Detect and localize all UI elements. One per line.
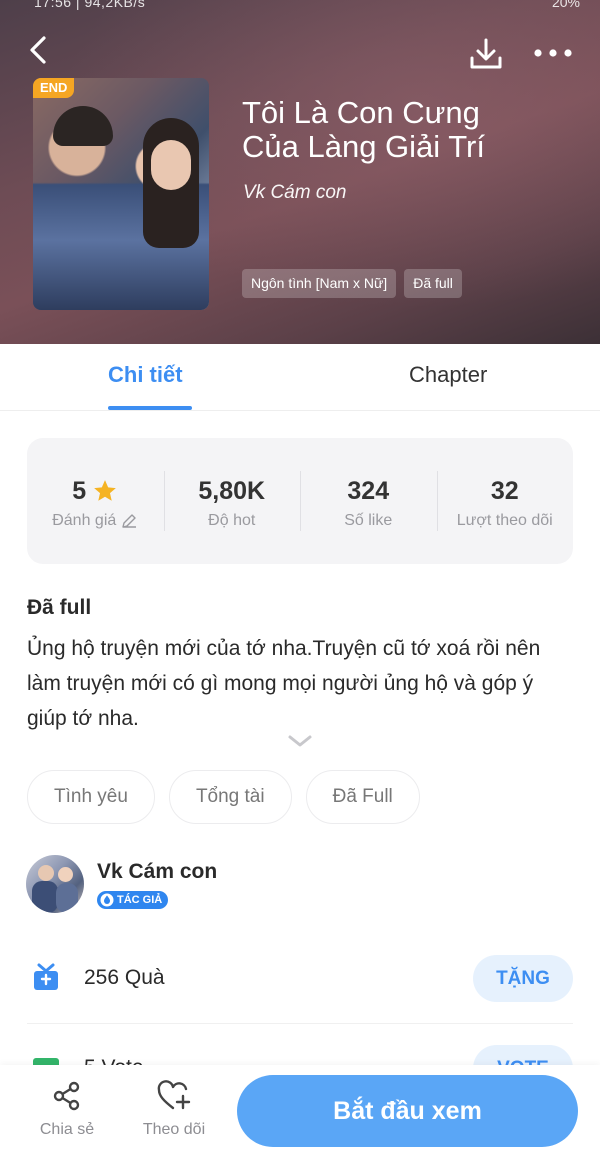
hot-label: Độ hot: [208, 512, 256, 529]
more-options-button[interactable]: [530, 36, 576, 70]
hot-value: 5,80K: [198, 476, 266, 505]
story-description: Ủng hộ truyện mới của tớ nha.Truyện cũ t…: [27, 637, 541, 730]
tab-chapter[interactable]: Chapter: [409, 362, 487, 388]
give-gift-button[interactable]: TẶNG: [473, 955, 573, 1002]
stat-rating[interactable]: 5 Đánh giá: [27, 438, 164, 564]
tab-detail[interactable]: Chi tiết: [108, 362, 183, 388]
download-icon: [470, 38, 502, 69]
story-author[interactable]: Vk Cám con: [243, 182, 346, 204]
start-reading-button[interactable]: Bắt đầu xem: [237, 1075, 578, 1147]
tab-active-indicator: [108, 406, 192, 410]
share-button[interactable]: Chia sẻ: [27, 1079, 107, 1139]
chevron-down-icon: [288, 735, 312, 747]
author-name[interactable]: Vk Cám con: [97, 860, 217, 884]
genre-chips: Tình yêu Tổng tài Đã Full: [27, 770, 420, 824]
story-tags: Ngôn tình [Nam x Nữ] Đã full: [242, 269, 462, 298]
stat-likes: 324 Số like: [300, 438, 437, 564]
likes-value: 324: [347, 476, 390, 505]
rating-label: Đánh giá: [52, 512, 117, 529]
author-badge-label: TÁC GIẢ: [117, 894, 163, 906]
share-icon: [53, 1081, 80, 1111]
genre-chip[interactable]: Tình yêu: [27, 770, 155, 824]
likes-label: Số like: [344, 512, 393, 529]
stats-card: 5 Đánh giá 5,80K Độ hot 324 Số like 32 L…: [27, 438, 573, 564]
stat-hot: 5,80K Độ hot: [163, 438, 301, 564]
expand-description-button[interactable]: [284, 730, 316, 752]
genre-chip[interactable]: Đã Full: [305, 770, 420, 824]
story-status-heading: Đã full: [27, 596, 92, 619]
more-dots-icon: [534, 49, 572, 57]
follow-button[interactable]: Theo dõi: [134, 1079, 214, 1139]
download-button[interactable]: [466, 34, 506, 74]
share-label: Chia sẻ: [39, 1121, 95, 1138]
tag-status[interactable]: Đã full: [404, 269, 462, 298]
status-bar-left: 17:56 | 94,2KB/s: [34, 0, 146, 10]
star-icon: [94, 480, 117, 501]
story-cover: [33, 78, 209, 310]
story-title-line-2: Của Làng Giải Trí: [242, 129, 485, 164]
end-badge: END: [33, 78, 75, 98]
heart-plus-icon: [157, 1080, 191, 1110]
status-bar: 17:56 | 94,2KB/s 20%: [0, 0, 600, 12]
bottom-action-bar: Chia sẻ Theo dõi Bắt đầu xem: [0, 1065, 600, 1153]
tag-category[interactable]: Ngôn tình [Nam x Nữ]: [242, 269, 397, 298]
gift-count: 256 Quà: [84, 966, 165, 989]
edit-pencil-icon[interactable]: [120, 512, 138, 530]
tab-bar: Chi tiết Chapter: [0, 344, 600, 411]
gift-icon: [34, 963, 58, 990]
follow-label: Theo dõi: [142, 1121, 206, 1138]
author-avatar[interactable]: [26, 855, 84, 913]
back-button[interactable]: [20, 32, 56, 68]
story-title: Tôi Là Con Cưng Của Làng Giải Trí: [242, 96, 572, 164]
stat-followers: 32 Lượt theo dõi: [436, 438, 574, 564]
battery-level: 20%: [551, 0, 580, 10]
rating-value: 5: [72, 476, 87, 505]
author-badge-icon: [100, 893, 114, 907]
followers-value: 32: [490, 476, 519, 505]
story-title-line-1: Tôi Là Con Cưng: [242, 95, 480, 130]
followers-label: Lượt theo dõi: [456, 512, 553, 529]
author-role-badge: TÁC GIẢ: [97, 891, 169, 909]
story-header: 17:56 | 94,2KB/s 20% END Tôi Là Con Cưng…: [0, 0, 600, 344]
row-divider: [27, 1023, 573, 1024]
genre-chip[interactable]: Tổng tài: [168, 770, 292, 824]
chevron-left-icon: [30, 36, 46, 64]
